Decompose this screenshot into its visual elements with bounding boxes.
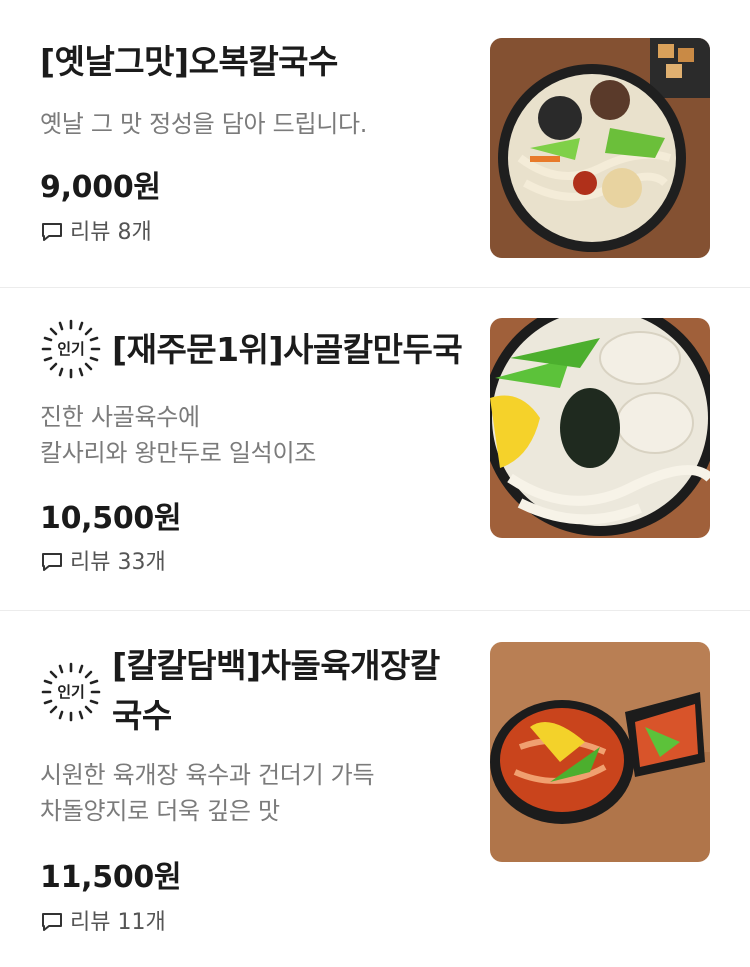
review-count: 리뷰 11개 [70, 910, 166, 935]
mandu-guk-bowl-photo [490, 318, 710, 538]
menu-item-description: 진한 사골육수에 칼사리와 왕만두로 일석이조 [40, 399, 316, 471]
description-line: 시원한 육개장 육수과 건더기 가득 [40, 761, 375, 789]
kalguksu-bowl-photo [490, 38, 710, 258]
menu-item[interactable]: [옛날그맛]오복칼국수 옛날 그 맛 정성을 담아 드립니다. 9,000원 리… [0, 0, 750, 287]
speech-bubble-icon [42, 912, 62, 931]
menu-item-description: 옛날 그 맛 정성을 담아 드립니다. [40, 110, 368, 138]
description-line: 차돌양지로 더욱 깊은 맛 [40, 797, 280, 825]
speech-bubble-icon [42, 222, 62, 241]
popular-badge: 인기 [40, 318, 102, 380]
review-link[interactable]: 리뷰 33개 [40, 548, 166, 578]
review-count: 리뷰 8개 [70, 220, 152, 245]
description-line: 칼사리와 왕만두로 일석이조 [40, 439, 317, 467]
review-count: 리뷰 33개 [70, 550, 166, 575]
menu-item-name: [칼칼담백]차돌육개장칼 국수 [112, 641, 440, 741]
menu-item-name-line: 국수 [112, 696, 172, 735]
description-line: 진한 사골육수에 [40, 403, 200, 431]
review-link[interactable]: 리뷰 11개 [40, 908, 166, 938]
menu-item-name: [재주문1위]사골칼만두국 [112, 330, 463, 369]
popular-badge-label: 인기 [57, 340, 85, 358]
yukgaejang-kalguksu-photo [490, 642, 710, 862]
popular-badge: 인기 [40, 661, 102, 723]
menu-item[interactable]: 인기 [재주문1위]사골칼만두국 진한 사골육수에 칼사리와 왕만두로 일석이조… [0, 288, 750, 610]
menu-item-price: 11,500원 [40, 860, 182, 895]
review-link[interactable]: 리뷰 8개 [40, 218, 152, 248]
menu-item-price: 10,500원 [40, 501, 182, 536]
menu-item-name-line: [칼칼담백]차돌육개장칼 [112, 646, 440, 685]
menu-item-description: 시원한 육개장 육수과 건더기 가득 차돌양지로 더욱 깊은 맛 [40, 757, 375, 829]
menu-item[interactable]: 인기 [칼칼담백]차돌육개장칼 국수 시원한 육개장 육수과 건더기 가득 차돌… [0, 611, 750, 967]
speech-bubble-icon [42, 552, 62, 571]
popular-badge-label: 인기 [57, 683, 85, 701]
menu-item-name: [옛날그맛]오복칼국수 [40, 42, 338, 81]
menu-item-price: 9,000원 [40, 170, 161, 205]
